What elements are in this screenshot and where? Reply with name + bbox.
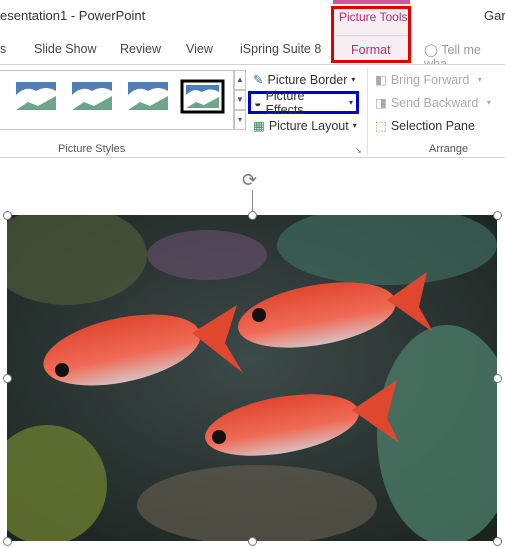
style-thumbnails [16, 79, 225, 114]
tab-partial[interactable]: s [0, 42, 6, 56]
resize-handle-s[interactable] [248, 537, 257, 546]
pencil-icon: ✎ [253, 73, 264, 87]
style-thumb-2 [72, 82, 112, 110]
dialog-launcher-icon[interactable]: ↘ [355, 146, 362, 155]
lightbulb-icon: ◯ [424, 43, 438, 57]
resize-handle-n[interactable] [248, 211, 257, 220]
style-thumb-4-selected [180, 79, 225, 114]
resize-handle-nw[interactable] [3, 211, 12, 220]
bring-forward-button[interactable]: ◧ Bring Forward ▾ [375, 72, 482, 88]
gallery-scroll-up[interactable]: ▲ [234, 70, 246, 90]
bring-forward-icon: ◧ [375, 73, 387, 87]
send-backward-button[interactable]: ◨ Send Backward ▾ [375, 95, 491, 111]
user-name[interactable]: Garr [484, 8, 505, 23]
fish-picture[interactable] [7, 215, 497, 541]
tab-review[interactable]: Review [120, 42, 161, 56]
group-label-picture-styles: Picture Styles [58, 143, 126, 155]
resize-handle-sw[interactable] [3, 537, 12, 546]
tab-ispring[interactable]: iSpring Suite 8 [240, 42, 321, 56]
resize-handle-e[interactable] [493, 374, 502, 383]
selection-pane-icon: ⬚ [375, 119, 387, 133]
picture-border-button[interactable]: ✎ Picture Border ▾ [253, 72, 355, 88]
highlight-box-picture-tools [331, 6, 411, 63]
resize-handle-w[interactable] [3, 374, 12, 383]
resize-handle-se[interactable] [493, 537, 502, 546]
gallery-more[interactable]: ▾ [234, 110, 246, 130]
send-backward-icon: ◨ [375, 96, 387, 110]
rotate-handle-icon[interactable]: ⟳ [242, 170, 257, 191]
effects-icon: ◒ [254, 95, 262, 110]
tab-slide-show[interactable]: Slide Show [34, 42, 97, 56]
style-thumb-3 [128, 82, 168, 110]
selection-pane-button[interactable]: ⬚ Selection Pane [375, 118, 475, 134]
resize-handle-ne[interactable] [493, 211, 502, 220]
style-thumb-1 [16, 82, 56, 110]
picture-effects-button[interactable]: ◒ Picture Effects ▾ [248, 89, 359, 117]
window-title: esentation1 - PowerPoint [0, 8, 146, 23]
gallery-scroll-down[interactable]: ▼ [234, 90, 246, 110]
layout-icon: ▦ [253, 119, 265, 133]
tab-view[interactable]: View [186, 42, 213, 56]
group-label-arrange: Arrange [429, 143, 469, 155]
picture-layout-button[interactable]: ▦ Picture Layout ▾ [253, 118, 357, 134]
